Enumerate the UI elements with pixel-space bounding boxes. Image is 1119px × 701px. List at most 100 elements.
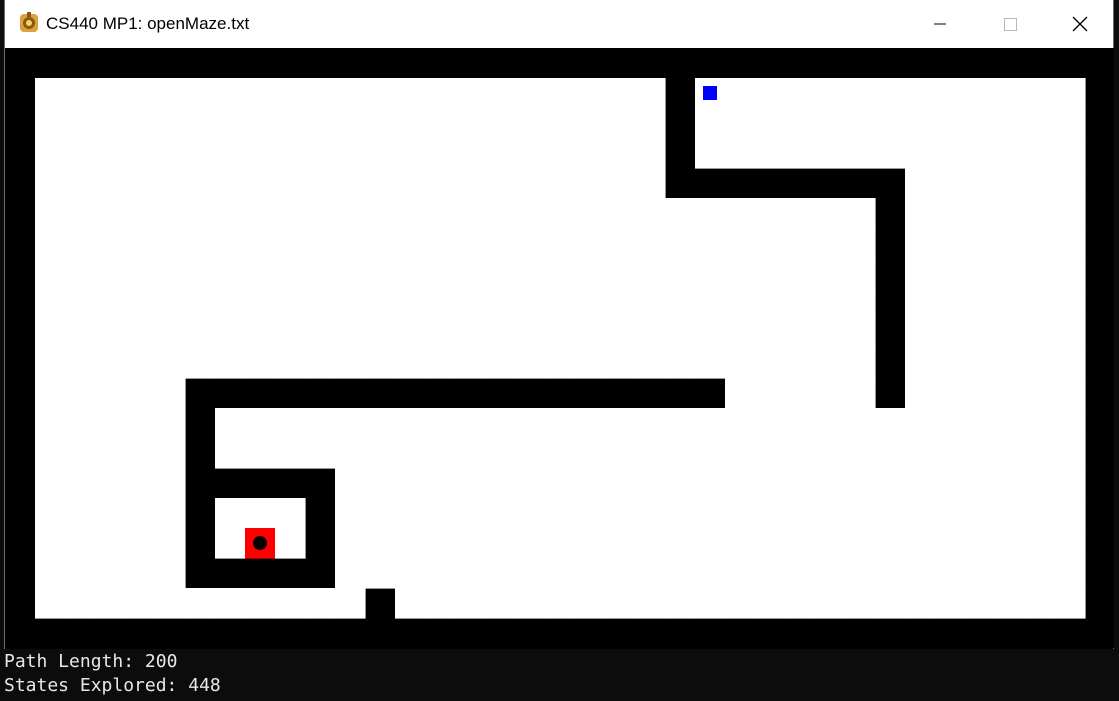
- open-cell: [965, 138, 996, 169]
- open-cell: [755, 378, 786, 409]
- open-cell: [755, 588, 786, 619]
- open-cell: [305, 168, 336, 199]
- open-cell: [65, 348, 96, 379]
- open-cell: [905, 528, 936, 559]
- open-cell: [605, 498, 636, 529]
- open-cell: [905, 78, 936, 109]
- open-cell: [395, 288, 426, 319]
- open-cell: [905, 228, 936, 259]
- open-cell: [755, 528, 786, 559]
- open-cell: [395, 198, 426, 229]
- open-cell: [65, 138, 96, 169]
- open-cell: [485, 228, 516, 259]
- open-cell: [815, 378, 846, 409]
- open-cell: [215, 498, 246, 529]
- open-cell: [755, 558, 786, 589]
- open-cell: [515, 528, 546, 559]
- maximize-icon: [1004, 18, 1017, 31]
- open-cell: [485, 78, 516, 109]
- open-cell: [1025, 318, 1056, 349]
- open-cell: [905, 288, 936, 319]
- open-cell: [35, 408, 66, 439]
- open-cell: [305, 198, 336, 229]
- open-cell: [905, 198, 936, 229]
- open-cell: [215, 168, 246, 199]
- open-cell: [515, 258, 546, 289]
- open-cell: [35, 258, 66, 289]
- open-cell: [905, 378, 936, 409]
- open-cell: [275, 528, 306, 559]
- open-cell: [815, 78, 846, 109]
- open-cell: [275, 288, 306, 319]
- open-cell: [275, 438, 306, 469]
- open-cell: [455, 288, 486, 319]
- open-cell: [515, 78, 546, 109]
- open-cell: [245, 288, 276, 319]
- open-cell: [635, 198, 666, 229]
- open-cell: [155, 318, 186, 349]
- open-cell: [425, 528, 456, 559]
- open-cell: [1025, 468, 1056, 499]
- open-cell: [335, 588, 366, 619]
- open-cell: [605, 168, 636, 199]
- open-cell: [545, 528, 576, 559]
- open-cell: [665, 228, 696, 259]
- maximize-button[interactable]: [987, 0, 1033, 48]
- open-cell: [485, 528, 516, 559]
- open-cell: [905, 558, 936, 589]
- open-cell: [1025, 288, 1056, 319]
- open-cell: [815, 528, 846, 559]
- open-cell: [605, 468, 636, 499]
- open-cell: [185, 288, 216, 319]
- open-cell: [305, 108, 336, 139]
- open-cell: [485, 438, 516, 469]
- open-cell: [995, 498, 1026, 529]
- open-cell: [575, 348, 606, 379]
- open-cell: [215, 288, 246, 319]
- open-cell: [245, 498, 276, 529]
- open-cell: [875, 438, 906, 469]
- open-cell: [755, 498, 786, 529]
- open-cell: [545, 78, 576, 109]
- open-cell: [605, 348, 636, 379]
- open-cell: [35, 78, 66, 109]
- open-cell: [425, 558, 456, 589]
- open-cell: [815, 228, 846, 259]
- open-cell: [125, 168, 156, 199]
- open-cell: [485, 198, 516, 229]
- open-cell: [815, 558, 846, 589]
- open-cell: [455, 588, 486, 619]
- python-app-icon: [20, 12, 38, 32]
- open-cell: [905, 498, 936, 529]
- open-cell: [605, 408, 636, 439]
- open-cell: [425, 138, 456, 169]
- open-cell: [605, 438, 636, 469]
- title-bar[interactable]: CS440 MP1: openMaze.txt: [5, 0, 1113, 48]
- open-cell: [335, 78, 366, 109]
- open-cell: [665, 408, 696, 439]
- open-cell: [275, 408, 306, 439]
- open-cell: [1025, 438, 1056, 469]
- open-cell: [95, 558, 126, 589]
- open-cell: [215, 228, 246, 259]
- open-cell: [335, 198, 366, 229]
- close-button[interactable]: [1057, 0, 1103, 48]
- minimize-button[interactable]: [917, 0, 963, 48]
- open-cell: [275, 348, 306, 379]
- open-cell: [455, 198, 486, 229]
- open-cell: [395, 528, 426, 559]
- open-cell: [155, 378, 186, 409]
- open-cell: [575, 588, 606, 619]
- open-cell: [215, 138, 246, 169]
- open-cell: [395, 498, 426, 529]
- open-cell: [95, 408, 126, 439]
- open-cell: [35, 468, 66, 499]
- open-cell: [965, 588, 996, 619]
- open-cell: [995, 228, 1026, 259]
- open-cell: [695, 198, 726, 229]
- open-cell: [995, 138, 1026, 169]
- open-cell: [455, 138, 486, 169]
- open-cell: [935, 408, 966, 439]
- open-cell: [125, 468, 156, 499]
- open-cell: [845, 348, 876, 379]
